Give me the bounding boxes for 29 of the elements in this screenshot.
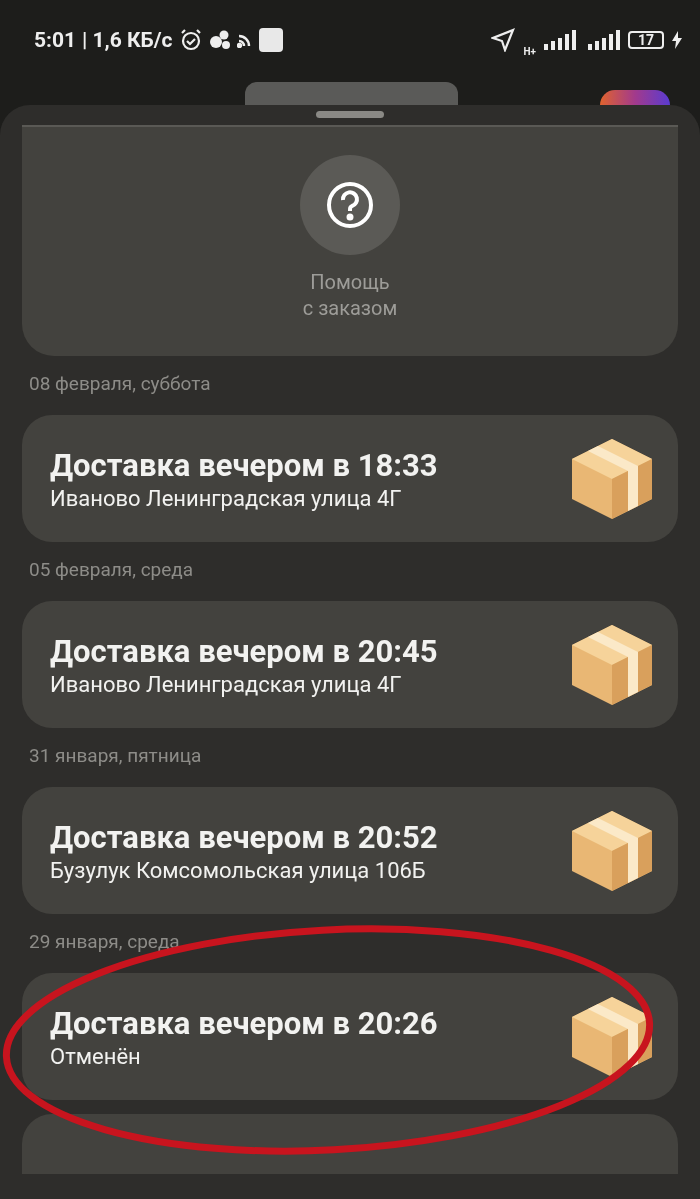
question-icon	[325, 180, 375, 230]
signal-icon	[588, 30, 620, 50]
date-heading: 29 января, среда	[28, 929, 181, 955]
date-heading: 05 февраля, среда	[28, 557, 195, 583]
order-address: Иваново Ленинградская улица 4Г	[50, 485, 403, 511]
order-card[interactable]: Доставка вечером в 20:45 Иваново Ленинградская улица 4Г	[22, 601, 678, 728]
drag-handle[interactable]	[316, 111, 384, 118]
cast-icon	[236, 32, 253, 48]
order-card[interactable]: Доставка вечером в 20:26 Отменён	[22, 973, 678, 1100]
order-card[interactable]: Доставка вечером в 20:52 Бузулук Комсомольская улица 106Б	[22, 787, 678, 914]
order-address: Отменён	[50, 1043, 142, 1069]
square-icon	[258, 28, 283, 52]
clock-time: 5:01	[34, 28, 77, 52]
order-title: Доставка вечером в 20:26	[50, 1004, 439, 1042]
network-type: H+	[523, 45, 536, 57]
order-title: Доставка вечером в 20:45	[50, 632, 439, 670]
order-card[interactable]: Доставка вечером в 18:33 Иваново Ленинградская улица 4Г	[22, 415, 678, 542]
order-address: Бузулук Комсомольская улица 106Б	[50, 857, 427, 883]
network-speed: | 1,6 КБ/с	[82, 28, 173, 52]
date-heading: 08 февраля, суббота	[28, 371, 212, 397]
battery-level: 17	[628, 31, 664, 49]
help-label: Помощь с заказом	[302, 269, 398, 321]
location-arrow-icon	[491, 28, 516, 52]
order-address: Иваново Ленинградская улица 4Г	[50, 671, 403, 697]
order-title: Доставка вечером в 20:52	[50, 818, 439, 856]
dots-icon	[208, 30, 231, 50]
date-heading: 31 января, пятница	[28, 743, 203, 769]
charging-icon	[672, 31, 682, 49]
order-title: Доставка вечером в 18:33	[50, 446, 439, 484]
